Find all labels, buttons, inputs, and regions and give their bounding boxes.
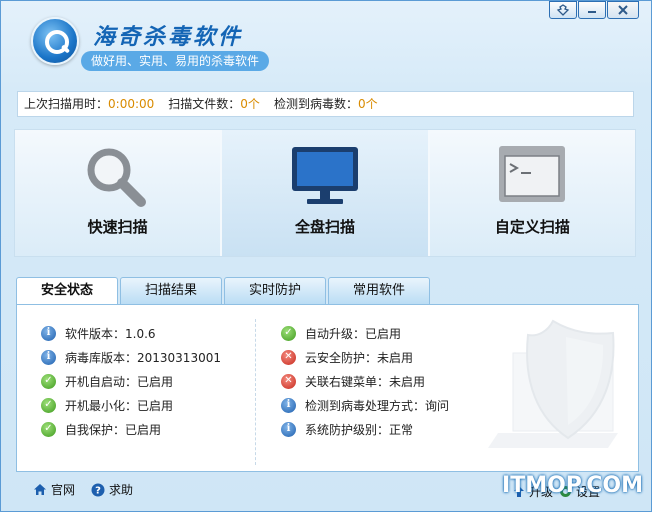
full-scan-button[interactable]: 全盘扫描 xyxy=(222,130,430,256)
svg-text:?: ? xyxy=(95,485,101,496)
minimize-button[interactable] xyxy=(578,1,606,19)
monitor-icon xyxy=(291,147,358,204)
website-link-label: 官网 xyxy=(51,483,76,497)
website-link[interactable]: 官网 xyxy=(33,481,75,498)
app-title: 海奇杀毒软件 xyxy=(93,24,244,50)
status-item: ✓ 自我保护：已启用 xyxy=(41,417,221,441)
status-item: i 检测到病毒处理方式：询问 xyxy=(281,393,449,417)
check-icon: ✓ xyxy=(281,325,296,341)
terminal-icon xyxy=(499,146,566,202)
info-icon: i xyxy=(281,421,296,437)
status-list-right: ✓ 自动升级：已启用 ✕ 云安全防护：未启用 ✕ 关联右键菜单：未启用 i 检测到病毒处… xyxy=(281,321,449,441)
info-icon: i xyxy=(41,349,56,365)
status-item: ✓ 自动升级：已启用 xyxy=(281,321,449,345)
custom-scan-label: 自定义扫描 xyxy=(494,218,570,236)
status-text: 病毒库版本：20130313001 xyxy=(65,350,221,365)
status-text: 自动升级：已启用 xyxy=(305,326,402,341)
home-icon xyxy=(34,484,46,495)
tab-scan-results[interactable]: 扫描结果 xyxy=(120,277,222,305)
app-slogan: 做好用、实用、易用的杀毒软件 xyxy=(81,51,270,71)
tab-bar: 安全状态 扫描结果 实时防护 常用软件 xyxy=(16,277,430,306)
status-text: 自我保护：已启用 xyxy=(65,422,162,437)
footer-links: 官网 ? 求助 xyxy=(33,481,133,498)
tab-security-status[interactable]: 安全状态 xyxy=(16,277,118,306)
status-item: i 系统防护级别：正常 xyxy=(281,417,449,441)
status-text: 云安全防护：未启用 xyxy=(305,350,414,365)
viruses-label: 检测到病毒数： xyxy=(273,97,358,111)
check-icon: ✓ xyxy=(41,373,56,389)
status-text: 检测到病毒处理方式：询问 xyxy=(305,398,450,413)
skin-button[interactable] xyxy=(549,1,577,19)
status-text: 系统防护级别：正常 xyxy=(305,422,414,437)
magnifier-icon xyxy=(87,148,146,207)
status-item: i 软件版本：1.0.6 xyxy=(41,321,221,345)
help-icon: ? xyxy=(91,483,105,496)
scan-buttons: 快速扫描 全盘扫描 自定义扫描 xyxy=(14,129,636,257)
help-link-label: 求助 xyxy=(109,483,134,497)
status-list-left: i 软件版本：1.0.6 i 病毒库版本：20130313001 ✓ 开机自启动：已启… xyxy=(41,321,221,441)
error-icon: ✕ xyxy=(281,349,296,365)
custom-scan-button[interactable]: 自定义扫描 xyxy=(429,130,635,256)
check-icon: ✓ xyxy=(41,397,56,413)
app-logo-icon xyxy=(31,17,79,65)
status-item: i 病毒库版本：20130313001 xyxy=(41,345,221,369)
status-text: 关联右键菜单：未启用 xyxy=(305,374,426,389)
files-label: 扫描文件数： xyxy=(168,97,241,111)
close-button[interactable] xyxy=(607,1,639,19)
full-scan-label: 全盘扫描 xyxy=(294,218,355,236)
quick-scan-label: 快速扫描 xyxy=(87,218,148,236)
last-scan-label: 上次扫描用时： xyxy=(24,97,109,111)
info-icon: i xyxy=(41,325,56,341)
security-status-panel: i 软件版本：1.0.6 i 病毒库版本：20130313001 ✓ 开机自启动：已启… xyxy=(16,304,639,472)
status-text: 开机自启动：已启用 xyxy=(65,374,174,389)
tab-common-software[interactable]: 常用软件 xyxy=(328,277,430,305)
check-icon: ✓ xyxy=(41,421,56,437)
app-window: 海奇杀毒软件 做好用、实用、易用的杀毒软件 上次扫描用时：0:00:00 扫描文件… xyxy=(0,0,652,512)
status-item: ✕ 关联右键菜单：未启用 xyxy=(281,369,449,393)
window-controls xyxy=(549,1,639,19)
error-icon: ✕ xyxy=(281,373,296,389)
minimize-icon xyxy=(588,11,596,13)
watermark-text: ITMOP.COM xyxy=(502,473,643,498)
status-text: 软件版本：1.0.6 xyxy=(65,326,156,341)
shield-watermark-icon xyxy=(488,319,618,448)
status-item: ✓ 开机自启动：已启用 xyxy=(41,369,221,393)
scan-stats-bar: 上次扫描用时：0:00:00 扫描文件数：0个 检测到病毒数：0个 xyxy=(17,91,634,117)
status-item: ✕ 云安全防护：未启用 xyxy=(281,345,449,369)
skin-icon xyxy=(556,4,570,16)
status-text: 开机最小化：已启用 xyxy=(65,398,174,413)
tab-realtime-protection[interactable]: 实时防护 xyxy=(224,277,326,305)
close-icon xyxy=(618,5,628,15)
column-divider xyxy=(255,319,256,465)
files-value: 0个 xyxy=(240,97,260,111)
quick-scan-button[interactable]: 快速扫描 xyxy=(15,130,223,256)
header: 海奇杀毒软件 做好用、实用、易用的杀毒软件 xyxy=(1,1,651,85)
info-icon: i xyxy=(281,397,296,413)
last-scan-value: 0:00:00 xyxy=(108,97,155,111)
help-link[interactable]: ? 求助 xyxy=(91,481,133,498)
viruses-value: 0个 xyxy=(357,97,378,111)
status-item: ✓ 开机最小化：已启用 xyxy=(41,393,221,417)
